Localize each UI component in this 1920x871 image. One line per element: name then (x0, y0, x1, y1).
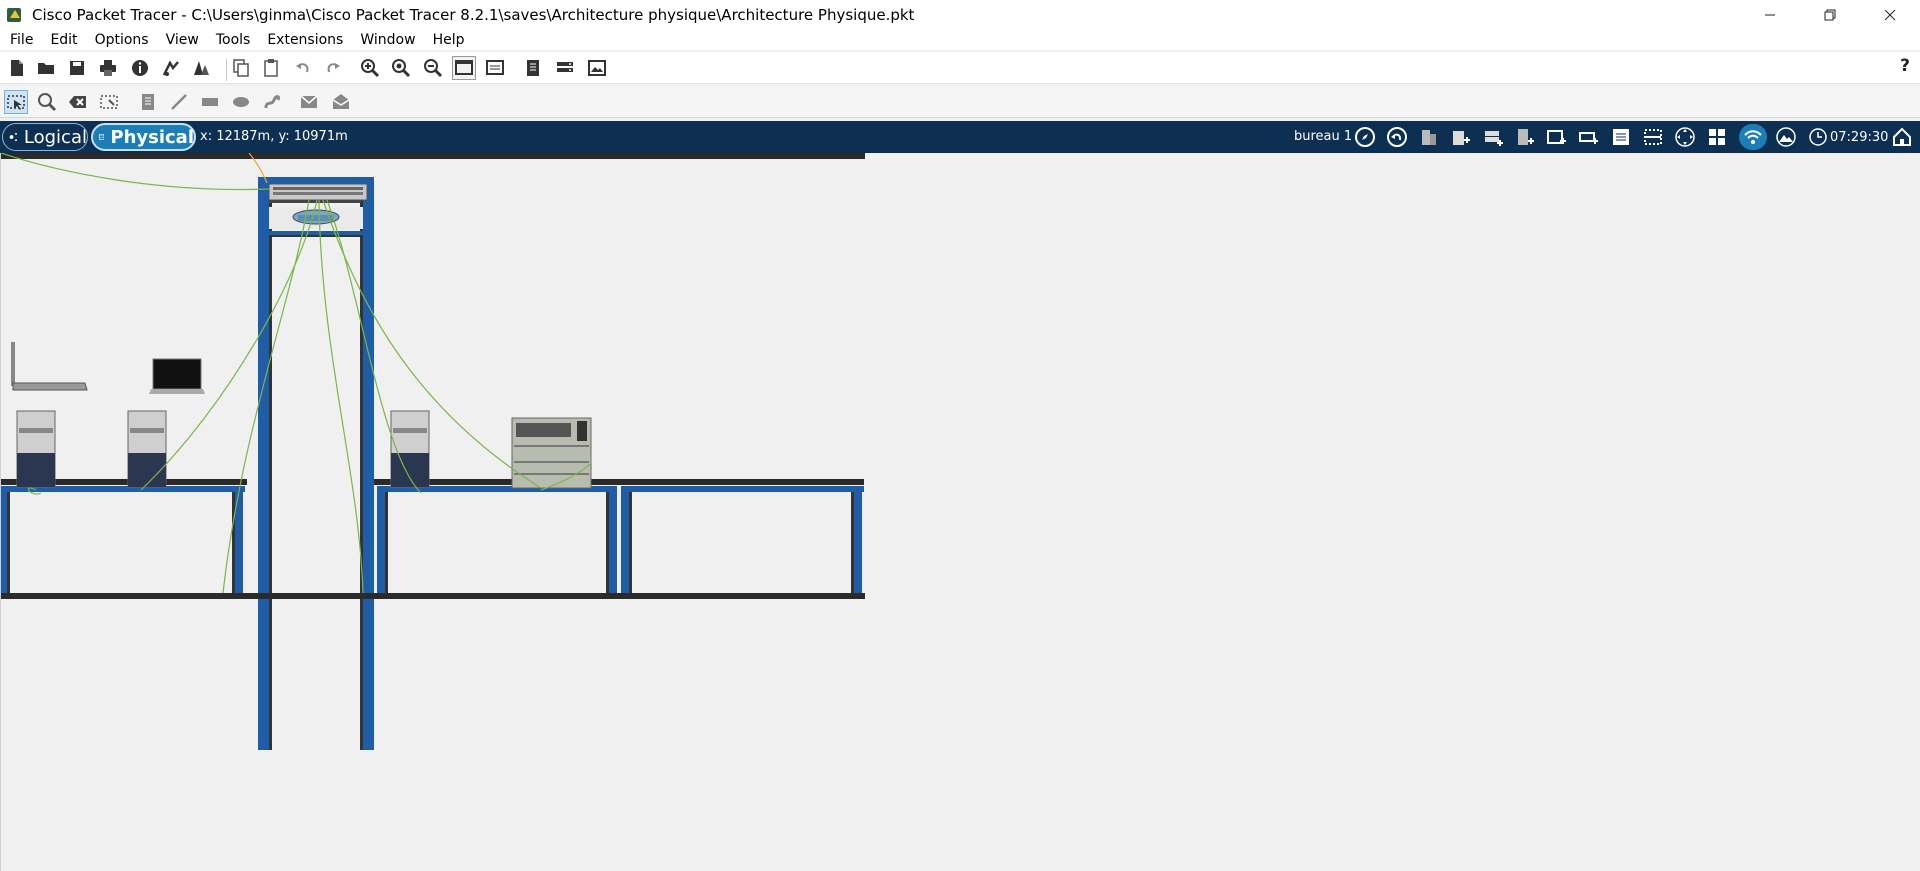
clock-icon[interactable] (1808, 127, 1828, 147)
menu-bar: File Edit Options View Tools Extensions … (0, 30, 1920, 50)
menu-window[interactable]: Window (350, 32, 422, 48)
undo-icon[interactable] (291, 56, 315, 80)
window-title: Cisco Packet Tracer - C:\Users\ginma\Cis… (32, 6, 915, 24)
drawing-palette-icon[interactable] (452, 56, 476, 80)
open-folder-icon[interactable] (34, 56, 58, 80)
network-info-icon[interactable] (553, 56, 577, 80)
add-complex-pdu-icon[interactable] (329, 90, 353, 114)
zoom-reset-icon[interactable] (389, 56, 413, 80)
rack[interactable] (258, 177, 374, 750)
close-icon[interactable] (1860, 0, 1920, 30)
viewport-icon[interactable] (585, 56, 609, 80)
menu-tools[interactable]: Tools (206, 32, 258, 48)
zoom-in-icon[interactable] (358, 56, 382, 80)
new-floor-icon[interactable] (1447, 124, 1475, 150)
new-file-icon[interactable] (5, 56, 29, 80)
inspect-icon[interactable] (35, 90, 59, 114)
navigation-icon[interactable] (1351, 124, 1379, 150)
tools-toolbar (0, 86, 1920, 118)
packet-tracer-logo-icon (7, 8, 21, 22)
pc-tower-1[interactable] (16, 410, 56, 488)
left-table[interactable] (1, 479, 247, 593)
menu-extensions[interactable]: Extensions (257, 32, 350, 48)
physical-view-button[interactable]: Physical (91, 123, 196, 151)
menu-help[interactable]: Help (423, 32, 472, 48)
cursor-coordinates: x: 12187m, y: 10971m (200, 129, 348, 144)
wiring-closet-icon[interactable] (1639, 124, 1667, 150)
wireless-icon[interactable] (1739, 124, 1767, 150)
logical-icon (9, 132, 17, 142)
clock-time: 07:29:30 (1830, 129, 1889, 145)
current-location-label: bureau 1 (1294, 129, 1353, 144)
draw-ellipse-icon[interactable] (229, 90, 253, 114)
laptop-device[interactable] (11, 342, 88, 391)
physical-label: Physical (110, 126, 194, 148)
simulation-clock: 07:29:30 (1808, 124, 1888, 150)
logical-label: Logical (23, 126, 87, 148)
menu-file[interactable]: File (0, 32, 40, 48)
redo-icon[interactable] (321, 56, 345, 80)
custom-device-icon[interactable] (189, 56, 213, 80)
pc-tower-2[interactable] (127, 410, 167, 488)
packet-tracer-window: Cisco Packet Tracer - C:\Users\ginma\Cis… (0, 0, 1920, 871)
draw-line-icon[interactable] (167, 90, 191, 114)
new-closet-icon[interactable] (1511, 124, 1539, 150)
zoom-out-icon[interactable] (421, 56, 445, 80)
right-table[interactable] (621, 486, 864, 593)
activity-wizard-icon[interactable] (159, 56, 183, 80)
new-table-icon[interactable] (1543, 124, 1571, 150)
tile-view-icon[interactable] (1703, 124, 1731, 150)
main-toolbar: ? (0, 52, 1920, 84)
select-icon[interactable] (4, 90, 28, 114)
home-icon[interactable] (1888, 124, 1916, 150)
restore-icon[interactable] (1800, 0, 1860, 30)
pan-icon[interactable] (1671, 124, 1699, 150)
delete-icon[interactable] (66, 90, 90, 114)
physical-icon (99, 134, 105, 140)
add-simple-pdu-icon[interactable] (297, 90, 321, 114)
draw-rectangle-icon[interactable] (198, 90, 222, 114)
paste-icon[interactable] (259, 56, 283, 80)
info-icon[interactable] (128, 56, 152, 80)
back-icon[interactable] (1383, 124, 1411, 150)
resize-icon[interactable] (97, 90, 121, 114)
menu-options[interactable]: Options (85, 32, 156, 48)
place-note-icon[interactable] (136, 90, 160, 114)
bottom-shelf (1, 593, 865, 599)
freeform-icon[interactable] (260, 90, 284, 114)
logical-view-button[interactable]: Logical (2, 123, 88, 151)
help-icon[interactable]: ? (1900, 56, 1910, 76)
copy-icon[interactable] (229, 56, 253, 80)
physical-scene (1, 153, 865, 750)
background-image-icon[interactable] (1772, 124, 1800, 150)
new-rack-icon[interactable] (1479, 124, 1507, 150)
minimize-icon[interactable] (1740, 0, 1800, 30)
middle-table[interactable] (374, 479, 864, 593)
workspace-navigation-bar: Logical Physical x: 12187m, y: 10971m bu… (0, 121, 1920, 153)
laptop-device-2[interactable] (149, 358, 205, 394)
menu-edit[interactable]: Edit (40, 32, 84, 48)
move-object-icon[interactable] (1575, 124, 1603, 150)
physical-workspace[interactable] (0, 153, 1920, 871)
grid-icon[interactable] (1607, 124, 1635, 150)
switch-device[interactable] (268, 183, 368, 203)
custom-devices-dialog-icon[interactable] (483, 56, 507, 80)
view-command-log-icon[interactable] (521, 56, 545, 80)
top-shelf (1, 153, 865, 159)
title-bar: Cisco Packet Tracer - C:\Users\ginma\Cis… (0, 0, 1920, 30)
print-icon[interactable] (96, 56, 120, 80)
menu-view[interactable]: View (156, 32, 206, 48)
router-device[interactable] (269, 207, 363, 229)
save-icon[interactable] (65, 56, 89, 80)
new-building-icon[interactable] (1415, 124, 1443, 150)
